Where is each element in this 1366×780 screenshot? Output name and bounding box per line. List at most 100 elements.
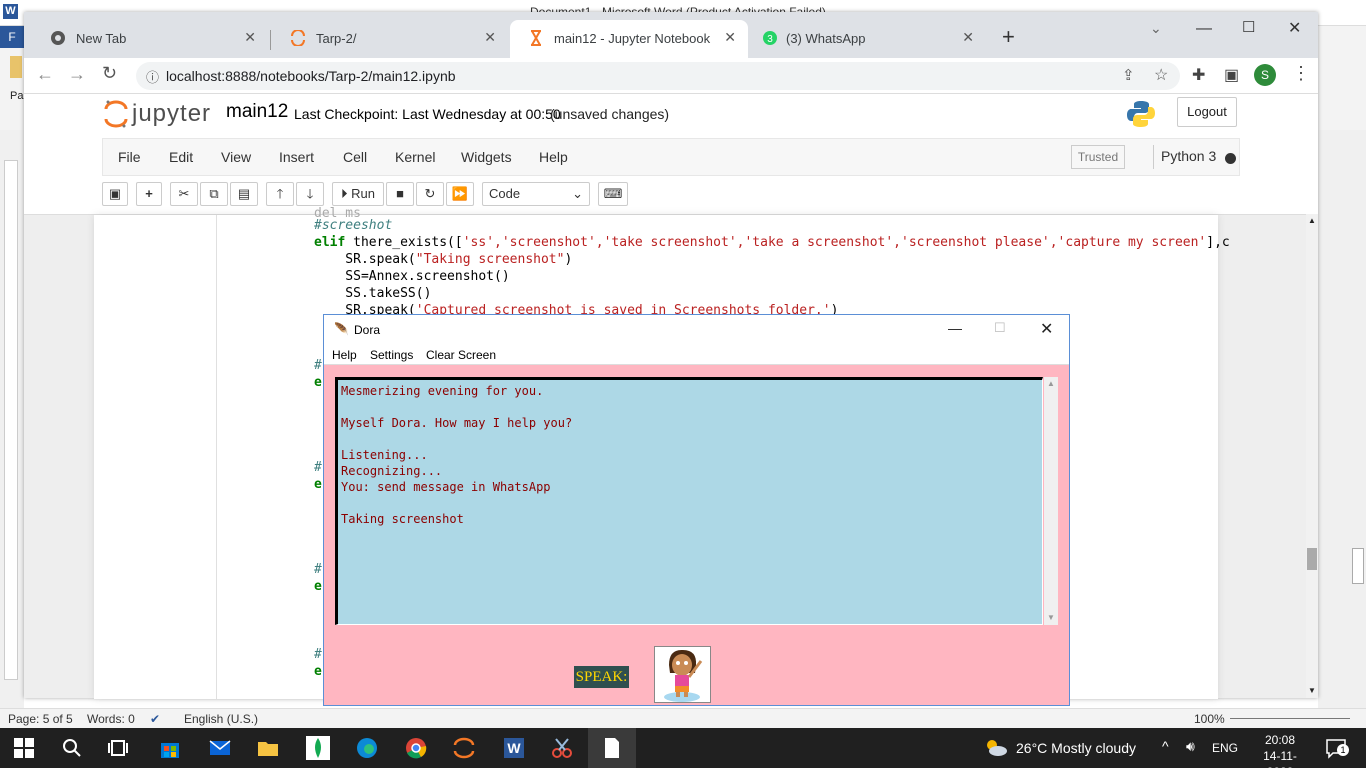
copy-button[interactable]: ⧉ (200, 182, 228, 206)
word-file-tab[interactable]: F (0, 26, 24, 48)
paste-icon[interactable] (10, 56, 22, 78)
chevron-up-icon[interactable]: ^ (1162, 738, 1169, 754)
snipping-tool-icon[interactable] (550, 736, 574, 760)
dora-menu-clear-screen[interactable]: Clear Screen (426, 348, 496, 362)
forward-icon[interactable]: → (68, 64, 86, 85)
share-icon[interactable]: ⇪ (1122, 66, 1135, 84)
edge-icon[interactable] (355, 736, 379, 760)
menu-insert[interactable]: Insert (279, 149, 314, 165)
zoom-level[interactable]: 100% (1194, 712, 1225, 726)
mail-icon[interactable] (208, 736, 232, 760)
close-icon[interactable]: ✕ (244, 29, 256, 46)
close-icon[interactable]: ✕ (962, 29, 974, 46)
language-status[interactable]: English (U.S.) (184, 712, 258, 726)
task-view-icon[interactable] (106, 736, 130, 760)
code-cell-source[interactable]: del ms #screeshot elif there_exists(['ss'… (314, 206, 1230, 319)
word-paste-label: Pa (10, 90, 24, 102)
close-icon[interactable]: ✕ (484, 29, 496, 46)
url-field[interactable]: ⓘ localhost:8888/notebooks/Tarp-2/main12… (136, 62, 1180, 90)
jupyter-logo-text[interactable]: jupyter (132, 100, 211, 128)
store-icon[interactable] (158, 736, 182, 760)
menu-help[interactable]: Help (539, 149, 568, 165)
tab-whatsapp[interactable]: 3 (3) WhatsApp ✕ (750, 20, 986, 58)
scroll-down-icon[interactable]: ▼ (1047, 613, 1055, 622)
chrome-icon (51, 31, 65, 45)
tab-new-tab[interactable]: New Tab ✕ (32, 20, 268, 58)
trusted-indicator[interactable]: Trusted (1071, 145, 1125, 169)
jupyter-logo-icon[interactable] (104, 99, 128, 129)
word-status-bar: Page: 5 of 5 Words: 0 ✔ English (U.S.) 1… (0, 708, 1366, 728)
proofing-icon[interactable]: ✔ (150, 712, 160, 726)
code-fragment: # (314, 647, 322, 662)
menu-widgets[interactable]: Widgets (461, 149, 512, 165)
close-icon[interactable]: ✕ (1040, 319, 1053, 339)
dora-menu-settings[interactable]: Settings (370, 348, 413, 362)
move-down-button[interactable]: 🡓 (296, 182, 324, 206)
cell-type-select[interactable]: Code ⌄ (482, 182, 590, 206)
chat-output[interactable]: Mesmerizing evening for you. Myself Dora… (335, 377, 1043, 625)
mongodb-icon[interactable] (306, 736, 330, 760)
tab-tarp-2[interactable]: Tarp-2/ ✕ (272, 20, 508, 58)
back-icon[interactable]: ← (36, 64, 54, 85)
save-button[interactable]: ▣ (102, 182, 128, 206)
search-icon[interactable] (60, 736, 84, 760)
menu-view[interactable]: View (221, 149, 251, 165)
cut-button[interactable]: ✂ (170, 182, 198, 206)
file-explorer-icon[interactable] (256, 736, 280, 760)
notebook-name[interactable]: main12 (226, 101, 288, 123)
word-scrollbar-thumb[interactable] (1352, 548, 1364, 584)
menu-file[interactable]: File (118, 149, 141, 165)
weather-cloudy-icon[interactable] (984, 736, 1008, 760)
restart-button[interactable]: ↻ (416, 182, 444, 206)
windows-start-icon[interactable] (12, 736, 36, 760)
more-menu-icon[interactable]: ⋮ (1292, 63, 1310, 84)
scroll-down-icon[interactable]: ▼ (1308, 686, 1316, 695)
logout-button[interactable]: Logout (1177, 97, 1237, 127)
insert-cell-button[interactable]: + (136, 182, 162, 206)
zoom-slider[interactable] (1230, 718, 1350, 719)
active-app-tile[interactable] (588, 728, 636, 768)
restart-run-all-button[interactable]: ⏩ (446, 182, 474, 206)
dora-menu-help[interactable]: Help (332, 348, 357, 362)
scrollbar-thumb[interactable] (1307, 548, 1317, 570)
chrome-icon[interactable] (404, 736, 428, 760)
reload-icon[interactable]: ↻ (102, 63, 117, 84)
side-panel-icon[interactable]: ▣ (1224, 65, 1239, 85)
close-icon[interactable]: ✕ (724, 29, 736, 46)
language-indicator[interactable]: ENG (1212, 741, 1238, 755)
command-palette-button[interactable]: ⌨ (598, 182, 628, 206)
menu-cell[interactable]: Cell (343, 149, 367, 165)
minimize-icon[interactable]: — (948, 320, 962, 336)
paste-button[interactable]: ▤ (230, 182, 258, 206)
scroll-up-icon[interactable]: ▲ (1047, 379, 1055, 388)
word-icon[interactable]: W (502, 736, 526, 760)
dora-avatar-button[interactable] (654, 646, 711, 703)
maximize-icon[interactable]: ☐ (994, 320, 1006, 336)
fast-forward-icon: ⏩ (451, 186, 469, 201)
code-fragment: e (314, 579, 322, 594)
window-close-icon[interactable]: ✕ (1288, 18, 1301, 38)
run-button[interactable]: ⏵ Run (332, 182, 384, 206)
move-up-button[interactable]: 🡑 (266, 182, 294, 206)
volume-icon[interactable]: 🔊︎ (1186, 738, 1195, 755)
maximize-icon[interactable]: ☐ (1242, 18, 1255, 36)
clock[interactable]: 20:08 14-11-2022 (1250, 732, 1310, 780)
new-tab-button[interactable]: + (1002, 24, 1015, 50)
scroll-up-icon[interactable]: ▲ (1308, 216, 1316, 225)
profile-avatar[interactable]: S (1254, 64, 1276, 86)
weather-text[interactable]: 26°C Mostly cloudy (1016, 740, 1136, 756)
tab-main12-jupyter[interactable]: main12 - Jupyter Notebook ✕ (510, 20, 748, 58)
bookmark-star-icon[interactable]: ☆ (1154, 65, 1168, 85)
interrupt-button[interactable]: ■ (386, 182, 414, 206)
extensions-icon[interactable]: ✚ (1192, 65, 1205, 85)
chat-scrollbar[interactable]: ▲ ▼ (1044, 377, 1058, 625)
menu-kernel[interactable]: Kernel (395, 149, 435, 165)
jupyter-icon[interactable] (452, 736, 476, 760)
menu-edit[interactable]: Edit (169, 149, 193, 165)
jupyter-header: jupyter main12 Last Checkpoint: Last Wed… (24, 94, 1318, 138)
tab-search-icon[interactable]: ⌄ (1150, 20, 1162, 37)
site-info-icon[interactable]: ⓘ (146, 67, 159, 86)
notebook-scrollbar[interactable]: ▲ ▼ (1306, 214, 1318, 698)
kernel-name[interactable]: Python 3 (1161, 148, 1216, 164)
minimize-icon[interactable]: — (1196, 20, 1212, 38)
